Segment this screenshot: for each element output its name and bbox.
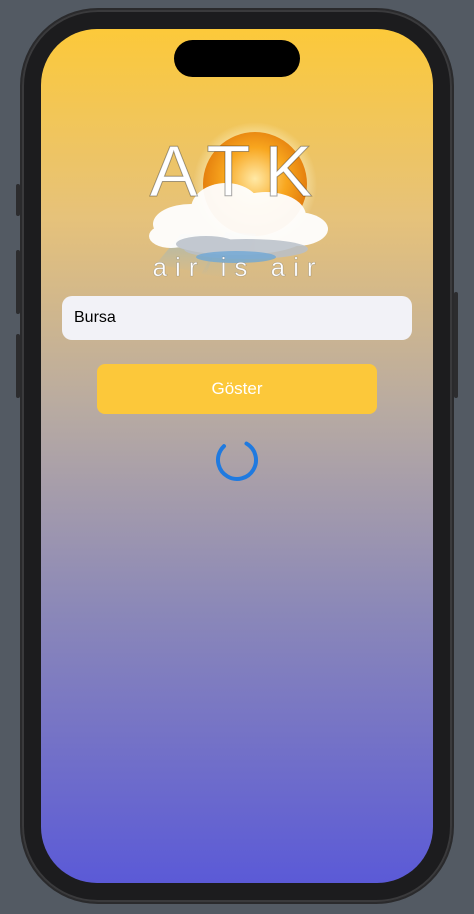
volume-up-button [16, 250, 20, 314]
dynamic-island [174, 40, 300, 77]
app-logo: ATK air is air [136, 104, 341, 289]
logo-tagline: air is air [152, 252, 323, 282]
power-button [454, 292, 458, 398]
volume-down-button [16, 334, 20, 398]
action-button [16, 184, 20, 216]
spinner-icon [216, 439, 258, 481]
home-indicator [172, 867, 302, 872]
app-screen: ATK air is air Göster [41, 29, 433, 883]
show-button[interactable]: Göster [97, 364, 377, 414]
sun-behind-cloud-icon: ATK air is air [149, 122, 328, 282]
city-input[interactable] [62, 296, 412, 340]
logo-title: ATK [150, 132, 327, 212]
